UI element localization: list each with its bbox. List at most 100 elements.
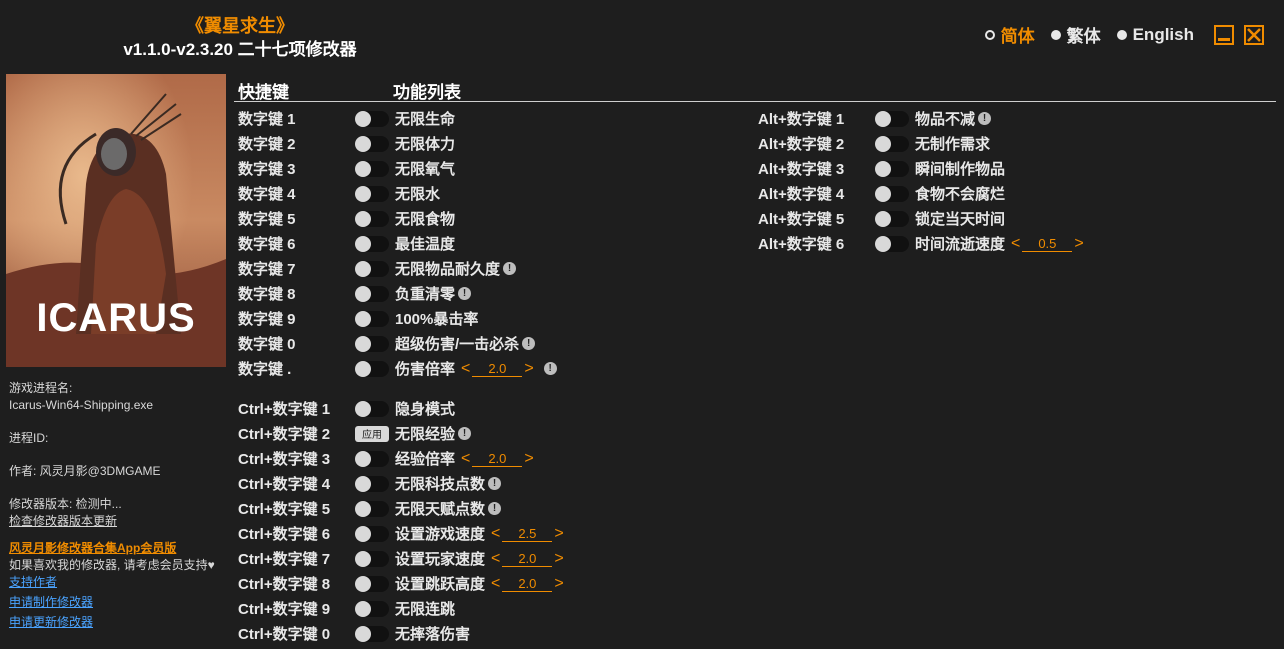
feature-toggle[interactable]	[355, 235, 389, 252]
request-trainer-link[interactable]: 申请制作修改器	[9, 594, 229, 611]
feature-toggle[interactable]	[355, 525, 389, 542]
feature-toggle[interactable]	[355, 310, 389, 327]
feature-label: 100%暴击率	[395, 311, 479, 328]
stepper-value[interactable]: 2.5	[502, 526, 553, 542]
decrease-arrow-icon[interactable]: <	[491, 550, 500, 568]
stepper-value[interactable]: 2.0	[472, 451, 523, 467]
feature-toggle[interactable]	[355, 135, 389, 152]
check-update-link[interactable]: 检查修改器版本更新	[9, 513, 229, 530]
increase-arrow-icon[interactable]: >	[554, 525, 563, 543]
support-author-link[interactable]: 支持作者	[9, 574, 229, 591]
warning-icon: !	[503, 262, 517, 275]
feature-label: 无限水	[395, 186, 441, 203]
feature-label: 锁定当天时间	[915, 211, 1006, 228]
feature-toggle[interactable]	[355, 185, 389, 202]
feature-label: 伤害倍率	[395, 361, 456, 378]
feature-label: 设置跳跃高度	[395, 576, 486, 593]
feature-label: 食物不会腐烂	[915, 186, 1006, 203]
feature-label: 无限氧气	[395, 161, 456, 178]
close-icon	[1247, 27, 1261, 42]
feature-toggle[interactable]	[875, 160, 909, 177]
decrease-arrow-icon[interactable]: <	[1011, 235, 1020, 253]
feature-control: 最佳温度	[355, 233, 455, 254]
feature-toggle[interactable]	[875, 185, 909, 202]
close-button[interactable]	[1244, 24, 1264, 45]
feature-toggle[interactable]	[355, 575, 389, 592]
feature-toggle[interactable]	[355, 550, 389, 567]
cover-logo-text: ICARUS	[36, 296, 196, 340]
feature-toggle[interactable]	[355, 400, 389, 417]
title-block: 《翼星求生》 v1.1.0-v2.3.20 二十七项修改器	[100, 14, 380, 62]
feature-toggle[interactable]	[355, 260, 389, 277]
feature-label: 无制作需求	[915, 136, 991, 153]
feature-toggle[interactable]	[355, 500, 389, 517]
feature-label: 设置玩家速度	[395, 551, 486, 568]
feature-toggle[interactable]	[875, 235, 909, 252]
feature-toggle[interactable]	[355, 475, 389, 492]
hotkey-label: Ctrl+数字键 3	[238, 451, 331, 468]
lang-simplified[interactable]: 简体	[984, 22, 1035, 47]
value-stepper: <2.0 >	[461, 450, 534, 468]
feature-control: 无摔落伤害	[355, 623, 470, 644]
hotkey-label: 数字键 2	[238, 136, 296, 153]
game-cover-image: ICARUS	[6, 74, 226, 367]
increase-arrow-icon[interactable]: >	[554, 575, 563, 593]
increase-arrow-icon[interactable]: >	[524, 450, 533, 468]
warning-icon: !	[522, 337, 536, 350]
stepper-value[interactable]: 0.5	[1022, 236, 1073, 252]
feature-toggle[interactable]	[355, 160, 389, 177]
support-text-row: 如果喜欢我的修改器, 请考虑会员支持♥	[9, 557, 229, 574]
feature-label: 无限天赋点数	[395, 501, 486, 518]
hotkey-label: Alt+数字键 4	[758, 186, 845, 203]
feature-label: 设置游戏速度	[395, 526, 486, 543]
value-stepper: <2.5 >	[491, 525, 564, 543]
feature-toggle[interactable]	[355, 110, 389, 127]
hotkey-label: Alt+数字键 3	[758, 161, 845, 178]
stepper-value[interactable]: 2.0	[472, 361, 523, 377]
hotkey-label: 数字键 3	[238, 161, 296, 178]
feature-control: 隐身模式	[355, 398, 455, 419]
increase-arrow-icon[interactable]: >	[1074, 235, 1083, 253]
increase-arrow-icon[interactable]: >	[524, 360, 533, 378]
hotkey-label: Ctrl+数字键 5	[238, 501, 331, 518]
feature-label: 无限体力	[395, 136, 456, 153]
hotkey-label: 数字键 7	[238, 261, 296, 278]
lang-traditional[interactable]: 繁体	[1050, 22, 1101, 47]
feature-label: 瞬间制作物品	[915, 161, 1006, 178]
feature-toggle[interactable]	[875, 135, 909, 152]
feature-toggle[interactable]	[355, 600, 389, 617]
increase-arrow-icon[interactable]: >	[554, 550, 563, 568]
request-update-link[interactable]: 申请更新修改器	[9, 614, 229, 631]
feature-toggle[interactable]	[355, 450, 389, 467]
stepper-value[interactable]: 2.0	[502, 551, 553, 567]
feature-control: 无限氧气	[355, 158, 455, 179]
feature-control: 锁定当天时间	[875, 208, 1005, 229]
decrease-arrow-icon[interactable]: <	[461, 360, 470, 378]
warning-icon: !	[458, 287, 472, 300]
feature-label: 无限科技点数	[395, 476, 486, 493]
feature-label: 经验倍率	[395, 451, 456, 468]
hotkey-label: Ctrl+数字键 6	[238, 526, 331, 543]
warning-icon: !	[488, 502, 502, 515]
feature-toggle[interactable]	[875, 210, 909, 227]
decrease-arrow-icon[interactable]: <	[491, 525, 500, 543]
feature-toggle[interactable]	[355, 285, 389, 302]
process-id-label: 进程ID:	[9, 431, 49, 445]
feature-toggle[interactable]	[875, 110, 909, 127]
feature-toggle[interactable]	[355, 360, 389, 377]
decrease-arrow-icon[interactable]: <	[491, 575, 500, 593]
minimize-button[interactable]	[1214, 24, 1234, 45]
stepper-value[interactable]: 2.0	[502, 576, 553, 592]
feature-toggle[interactable]	[355, 335, 389, 352]
promo-link[interactable]: 风灵月影修改器合集App会员版	[9, 540, 229, 557]
feature-toggle[interactable]	[355, 625, 389, 642]
feature-toggle[interactable]	[355, 210, 389, 227]
decrease-arrow-icon[interactable]: <	[461, 450, 470, 468]
lang-english[interactable]: English	[1116, 25, 1194, 45]
apply-button[interactable]: 应用	[355, 425, 389, 442]
feature-control: 无限科技点数!	[355, 473, 502, 494]
process-name-value: Icarus-Win64-Shipping.exe	[9, 398, 154, 412]
warning-icon: !	[488, 477, 502, 490]
hotkey-label: Alt+数字键 6	[758, 236, 845, 253]
feature-control: 100%暴击率	[355, 308, 478, 329]
